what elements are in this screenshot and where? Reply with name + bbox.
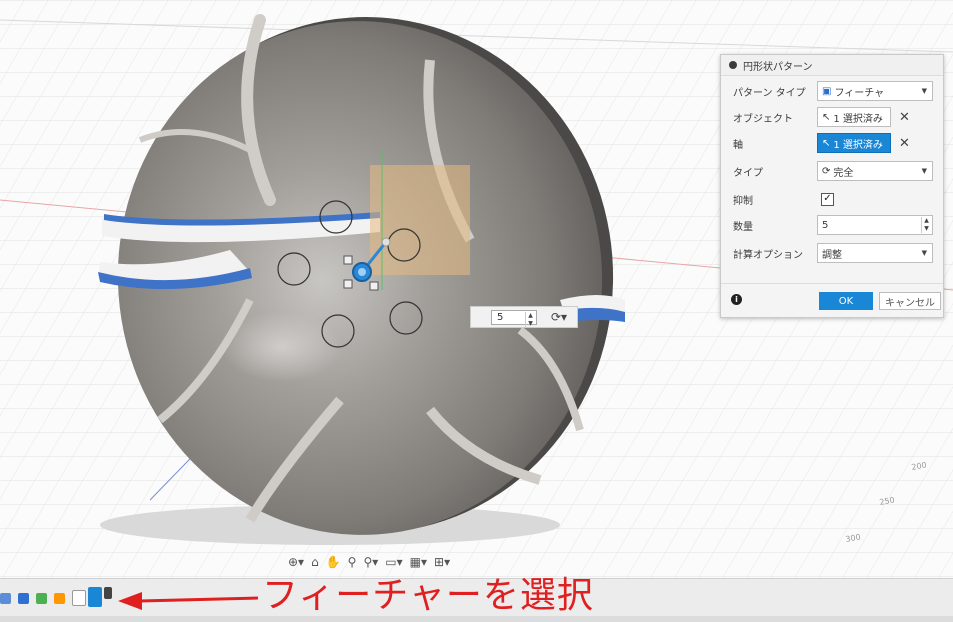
cancel-button[interactable]: キャンセル bbox=[879, 292, 941, 310]
timeline-feature-icon[interactable] bbox=[18, 593, 29, 604]
dialog-title: 円形状パターン bbox=[743, 61, 813, 73]
type-select[interactable]: ⟳ 完全 ▼ bbox=[817, 161, 933, 181]
timeline-feature-icon[interactable] bbox=[0, 593, 11, 604]
circular-pattern-dialog: 円形状パターン パターン タイプ ▣ フィーチャ ▼ オブジェクト ↖ 1 選択… bbox=[720, 54, 944, 318]
row-quantity: 数量 5 ▲ ▼ bbox=[721, 213, 943, 237]
row-suppress: 抑制 ✓ bbox=[721, 187, 943, 211]
preview-body bbox=[370, 165, 470, 275]
timeline-feature-icon[interactable] bbox=[54, 593, 65, 604]
axis-selector[interactable]: ↖ 1 選択済み bbox=[817, 133, 891, 153]
chevron-down-icon: ▼ bbox=[921, 249, 927, 257]
row-type: タイプ ⟳ 完全 ▼ bbox=[721, 159, 943, 183]
arrow-annotation-icon bbox=[118, 592, 258, 610]
timeline-sketch-icon[interactable] bbox=[72, 590, 86, 606]
row-axis: 軸 ↖ 1 選択済み ✕ bbox=[721, 131, 943, 155]
compute-option-select[interactable]: 調整 ▼ bbox=[817, 243, 933, 263]
chevron-down-icon: ▼ bbox=[921, 167, 927, 175]
dialog-header[interactable]: 円形状パターン bbox=[721, 55, 943, 76]
pattern-type-select[interactable]: ▣ フィーチャ ▼ bbox=[817, 81, 933, 101]
clear-objects-button[interactable]: ✕ bbox=[899, 110, 910, 125]
timeline-pattern-icon[interactable] bbox=[88, 587, 102, 607]
collapse-icon[interactable] bbox=[729, 61, 737, 69]
rotation-direction-icon[interactable]: ⟳▾ bbox=[551, 310, 567, 324]
ok-button[interactable]: OK bbox=[819, 292, 873, 310]
canvas-quantity-widget[interactable]: 5 ▲ ▼ ⟳▾ bbox=[470, 306, 578, 328]
row-pattern-type: パターン タイプ ▣ フィーチャ ▼ bbox=[721, 79, 943, 103]
row-objects: オブジェクト ↖ 1 選択済み ✕ bbox=[721, 105, 943, 129]
chevron-down-icon: ▼ bbox=[921, 87, 927, 95]
timeline-feature-icon[interactable] bbox=[36, 593, 47, 604]
feature-icon: ▣ bbox=[822, 85, 832, 97]
clear-axis-button[interactable]: ✕ bbox=[899, 136, 910, 151]
quantity-stepper[interactable]: ▲ ▼ bbox=[921, 217, 931, 233]
full-rotation-icon: ⟳ bbox=[822, 165, 831, 177]
row-compute-option: 計算オプション 調整 ▼ bbox=[721, 241, 943, 265]
info-icon[interactable]: i bbox=[731, 294, 742, 305]
spinner-arrows[interactable]: ▲ ▼ bbox=[525, 312, 535, 328]
status-strip bbox=[0, 616, 953, 622]
suppress-checkbox[interactable]: ✓ bbox=[821, 192, 834, 206]
annotation-caption: フィーチャーを選択 bbox=[262, 575, 594, 616]
cursor-icon: ↖ bbox=[822, 111, 831, 123]
timeline-marker-icon[interactable] bbox=[104, 587, 112, 599]
quantity-input[interactable]: 5 ▲ ▼ bbox=[817, 215, 933, 235]
dialog-footer: i OK キャンセル bbox=[721, 283, 943, 318]
canvas-quantity-input[interactable]: 5 ▲ ▼ bbox=[491, 310, 537, 328]
objects-selector[interactable]: ↖ 1 選択済み bbox=[817, 107, 891, 127]
3d-viewport[interactable]: 200 250 300 5 ▲ ▼ ⟳▾ 円形状パターン パターン タイプ ▣ フ… bbox=[0, 0, 953, 578]
cursor-icon: ↖ bbox=[822, 137, 831, 149]
